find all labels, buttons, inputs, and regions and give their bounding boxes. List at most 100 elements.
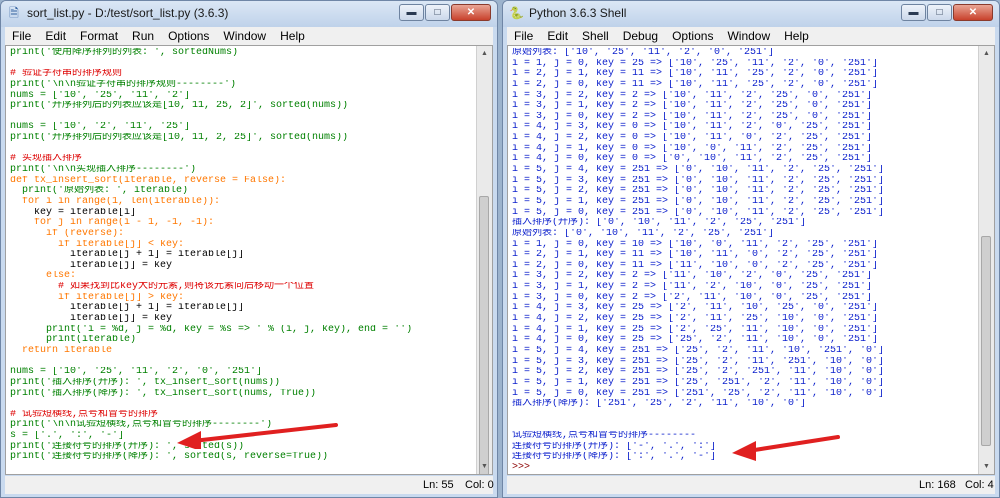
shell-line: i = 5, j = 3, key = 251 => ['0', '10', '… xyxy=(512,175,885,186)
shell-line: i = 5, j = 4, key = 251 => ['25', '2', '… xyxy=(512,345,885,356)
menu-help[interactable]: Help xyxy=(777,29,816,43)
shell-line: i = 5, j = 2, key = 251 => ['0', '10', '… xyxy=(512,186,885,197)
editor-scrollbar[interactable]: ▲ ▼ xyxy=(476,46,492,474)
scroll-thumb[interactable] xyxy=(981,236,991,446)
editor-title-bar[interactable]: 🗎 sort_list.py - D:/test/sort_list.py (3… xyxy=(1,1,497,27)
code-line: print('\n\n验证字符串的排序规则--------') xyxy=(10,79,237,90)
shell-line: i = 4, j = 0, key = 0 => ['0', '10', '11… xyxy=(512,154,873,165)
shell-line: 连接符号的排序(降序): [':', '.', '-'] xyxy=(512,452,717,463)
menu-window[interactable]: Window xyxy=(720,29,777,43)
code-line: if iterable[j] < key: xyxy=(10,239,185,250)
shell-line: 插入排序(升序): ['0', '10', '11', '2', '25', '… xyxy=(512,218,807,229)
shell-line: i = 4, j = 2, key = 0 => ['10', '11', '0… xyxy=(512,133,873,144)
code-line: # 如果找到比key大的元素,则将该元素向后移动一个位置 xyxy=(10,282,315,293)
code-line: print('连接符号的排序(升序): ', sorted(s)) xyxy=(10,441,245,452)
code-line: iterable[j] = key xyxy=(10,260,173,271)
maximize-button[interactable]: □ xyxy=(927,4,952,21)
close-button[interactable]: ✕ xyxy=(451,4,491,21)
shell-line: i = 4, j = 0, key = 25 => ['25', '2', '1… xyxy=(512,335,879,346)
menu-file[interactable]: File xyxy=(507,29,540,43)
code-line: print('\n\n实现插入排序--------') xyxy=(10,165,197,176)
shell-title-bar[interactable]: 🐍 Python 3.6.3 Shell ▬ □ ✕ xyxy=(503,1,999,27)
editor-window: 🗎 sort_list.py - D:/test/sort_list.py (3… xyxy=(0,0,498,498)
menu-format[interactable]: Format xyxy=(73,29,125,43)
menu-options[interactable]: Options xyxy=(665,29,720,43)
line-number: Ln: 168 xyxy=(919,479,956,491)
code-line: # 实现插入排序 xyxy=(10,154,83,165)
code-line: # 试验短横线,点号和冒号的排序 xyxy=(10,409,159,420)
shell-line: i = 5, j = 0, key = 251 => ['251', '25',… xyxy=(512,388,885,399)
code-line: iterable[j + 1] = iterable[j] xyxy=(10,250,245,261)
menu-run[interactable]: Run xyxy=(125,29,161,43)
editor-status-bar: Ln: 55 Col: 0 xyxy=(5,476,494,494)
menu-debug[interactable]: Debug xyxy=(616,29,665,43)
shell-line: i = 3, j = 1, key = 2 => ['11', '2', '10… xyxy=(512,282,873,293)
close-button[interactable]: ✕ xyxy=(953,4,993,21)
column-number: Col: 0 xyxy=(465,479,494,491)
shell-line: i = 2, j = 0, key = 11 => ['10', '11', '… xyxy=(512,79,879,90)
code-line: nums = ['10', '25', '11', '2'] xyxy=(10,90,191,101)
shell-scrollbar[interactable]: ▲ ▼ xyxy=(978,46,994,474)
shell-line: i = 3, j = 0, key = 2 => ['2', '11', '10… xyxy=(512,292,873,303)
scroll-thumb[interactable] xyxy=(479,196,489,474)
python-file-icon: 🗎 xyxy=(9,6,19,20)
shell-line: i = 1, j = 0, key = 10 => ['10', '0', '1… xyxy=(512,239,879,250)
shell-line: i = 5, j = 2, key = 251 => ['25', '2', '… xyxy=(512,367,885,378)
shell-line: i = 5, j = 4, key = 251 => ['0', '10', '… xyxy=(512,165,885,176)
code-line: print('升序排列后的列表应该是[10, 11, 25, 2]', sort… xyxy=(10,101,349,112)
shell-line: i = 5, j = 3, key = 251 => ['25', '2', '… xyxy=(512,356,885,367)
scroll-down-arrow-icon[interactable]: ▼ xyxy=(979,459,994,474)
code-line: for j in range(i - 1, -1, -1): xyxy=(10,218,215,229)
code-line: print('连接符号的排序(降序): ', sorted(s, reverse… xyxy=(10,452,329,463)
code-line: s = ['.', ':', '-'] xyxy=(10,431,125,442)
shell-output[interactable]: 原始列表: ['10', '25', '11', '2', '0', '251'… xyxy=(507,45,995,475)
scroll-up-arrow-icon[interactable]: ▲ xyxy=(979,46,994,61)
code-line: for i in range(1, len(iterable)): xyxy=(10,196,221,207)
code-line: nums = ['10', '25', '11', '2', '0', '251… xyxy=(10,367,263,378)
shell-line: 原始列表: ['10', '25', '11', '2', '0', '251'… xyxy=(512,48,775,58)
code-line: if (reverse): xyxy=(10,228,125,239)
menu-help[interactable]: Help xyxy=(273,29,312,43)
editor-window-title: sort_list.py - D:/test/sort_list.py (3.6… xyxy=(27,6,229,20)
code-line: print('使用降序排列的列表: ', sortedNums) xyxy=(10,48,239,58)
menu-window[interactable]: Window xyxy=(216,29,273,43)
menu-options[interactable]: Options xyxy=(161,29,216,43)
shell-lines: 原始列表: ['10', '25', '11', '2', '0', '251'… xyxy=(512,48,978,474)
shell-window-title: Python 3.6.3 Shell xyxy=(529,6,627,20)
scroll-down-arrow-icon[interactable]: ▼ xyxy=(477,459,492,474)
shell-line: i = 3, j = 1, key = 2 => ['10', '11', '2… xyxy=(512,101,873,112)
shell-line: i = 2, j = 0, key = 11 => ['11', '10', '… xyxy=(512,260,879,271)
line-number: Ln: 55 xyxy=(423,479,454,491)
shell-line: i = 5, j = 1, key = 251 => ['25', '251',… xyxy=(512,377,885,388)
shell-line: >>> xyxy=(512,462,537,473)
shell-menu-bar: File Edit Shell Debug Options Window Hel… xyxy=(507,27,995,45)
code-line: print('插入排序(升序): ', tx_insert_sort(nums)… xyxy=(10,377,281,388)
shell-line: i = 4, j = 3, key = 25 => ['2', '11', '1… xyxy=(512,303,879,314)
shell-line: i = 4, j = 3, key = 0 => ['10', '11', '2… xyxy=(512,122,873,133)
code-line: return iterable xyxy=(10,345,113,356)
menu-file[interactable]: File xyxy=(5,29,38,43)
minimize-button[interactable]: ▬ xyxy=(901,4,926,21)
code-line: print('\n\n试验短横线,点号和冒号的排序--------') xyxy=(10,420,273,431)
code-line: nums = ['10', '2', '11', '25'] xyxy=(10,122,191,133)
scroll-up-arrow-icon[interactable]: ▲ xyxy=(477,46,492,61)
shell-line: i = 2, j = 1, key = 11 => ['10', '11', '… xyxy=(512,69,879,80)
minimize-button[interactable]: ▬ xyxy=(399,4,424,21)
shell-line: i = 5, j = 1, key = 251 => ['0', '10', '… xyxy=(512,196,885,207)
code-editor[interactable]: print('使用降序排列的列表: ', sortedNums) # 验证字符串的… xyxy=(5,45,493,475)
menu-shell[interactable]: Shell xyxy=(575,29,616,43)
code-line: print('插入排序(降序): ', tx_insert_sort(nums,… xyxy=(10,388,317,399)
code-line: print(iterable) xyxy=(10,335,137,346)
maximize-button[interactable]: □ xyxy=(425,4,450,21)
shell-line: i = 2, j = 1, key = 11 => ['10', '11', '… xyxy=(512,250,879,261)
shell-line: 插入排序(降序): ['251', '25', '2', '11', '10',… xyxy=(512,399,807,410)
menu-edit[interactable]: Edit xyxy=(540,29,575,43)
shell-line: i = 1, j = 0, key = 25 => ['10', '25', '… xyxy=(512,58,879,69)
shell-line: i = 3, j = 0, key = 2 => ['10', '11', '2… xyxy=(512,111,873,122)
shell-line: i = 4, j = 2, key = 25 => ['2', '11', '2… xyxy=(512,314,879,325)
menu-edit[interactable]: Edit xyxy=(38,29,73,43)
